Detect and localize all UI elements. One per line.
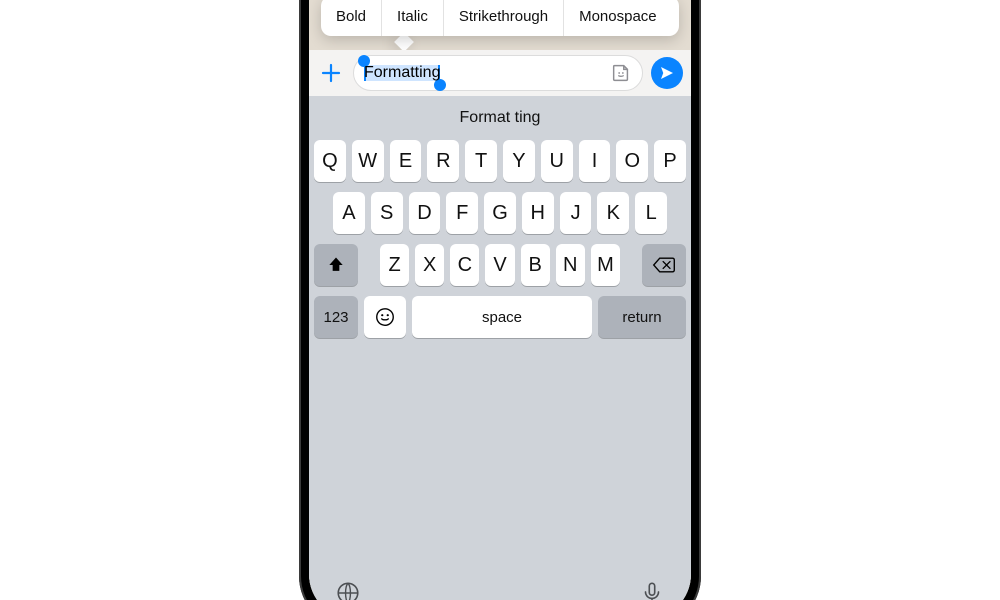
- key-a[interactable]: A: [333, 192, 365, 234]
- format-monospace[interactable]: Monospace: [564, 0, 672, 36]
- globe-icon: [335, 580, 361, 600]
- sticker-button[interactable]: [610, 62, 632, 84]
- keyboard-suggestion[interactable]: Format ting: [309, 96, 691, 140]
- key-q[interactable]: Q: [314, 140, 346, 182]
- key-j[interactable]: J: [560, 192, 592, 234]
- key-r[interactable]: R: [427, 140, 459, 182]
- key-n[interactable]: N: [556, 244, 585, 286]
- attach-button[interactable]: [317, 59, 345, 87]
- key-row-4: 123 space return: [309, 296, 691, 338]
- key-k[interactable]: K: [597, 192, 629, 234]
- plus-icon: [319, 61, 343, 85]
- key-shift[interactable]: [314, 244, 358, 286]
- key-y[interactable]: Y: [503, 140, 535, 182]
- key-l[interactable]: L: [635, 192, 667, 234]
- message-input-text: Formatting: [364, 64, 440, 81]
- key-x[interactable]: X: [415, 244, 444, 286]
- key-row-1: Q W E R T Y U I O P: [309, 140, 691, 182]
- key-backspace[interactable]: [642, 244, 686, 286]
- key-emoji[interactable]: [364, 296, 406, 338]
- mic-icon: [639, 580, 665, 600]
- message-input[interactable]: Formatting: [353, 55, 643, 91]
- message-input-row: Formatting: [309, 50, 691, 96]
- key-m[interactable]: M: [591, 244, 620, 286]
- send-button[interactable]: [651, 57, 683, 89]
- key-p[interactable]: P: [654, 140, 686, 182]
- key-o[interactable]: O: [616, 140, 648, 182]
- emoji-icon: [374, 306, 396, 328]
- key-numbers[interactable]: 123: [314, 296, 358, 338]
- key-d[interactable]: D: [409, 192, 441, 234]
- key-c[interactable]: C: [450, 244, 479, 286]
- key-space[interactable]: space: [412, 296, 592, 338]
- send-icon: [658, 64, 676, 82]
- backspace-icon: [652, 255, 676, 275]
- text-format-menu: Bold Italic Strikethrough Monospace: [321, 0, 679, 36]
- sticker-icon: [610, 62, 632, 84]
- key-w[interactable]: W: [352, 140, 384, 182]
- keyboard: Format ting Q W E R T Y U I O P A S D F …: [309, 96, 691, 600]
- key-b[interactable]: B: [521, 244, 550, 286]
- key-row-2: A S D F G H J K L: [309, 192, 691, 234]
- key-e[interactable]: E: [390, 140, 422, 182]
- keyboard-dictation-button[interactable]: [639, 580, 665, 600]
- key-return[interactable]: return: [598, 296, 686, 338]
- shift-icon: [326, 255, 346, 275]
- key-row-3: Z X C V B N M: [309, 244, 691, 286]
- format-italic[interactable]: Italic: [382, 0, 444, 36]
- key-f[interactable]: F: [446, 192, 478, 234]
- keyboard-globe-button[interactable]: [335, 580, 361, 600]
- key-u[interactable]: U: [541, 140, 573, 182]
- key-z[interactable]: Z: [380, 244, 409, 286]
- format-strikethrough[interactable]: Strikethrough: [444, 0, 564, 36]
- key-t[interactable]: T: [465, 140, 497, 182]
- key-g[interactable]: G: [484, 192, 516, 234]
- key-v[interactable]: V: [485, 244, 514, 286]
- key-i[interactable]: I: [579, 140, 611, 182]
- key-h[interactable]: H: [522, 192, 554, 234]
- format-bold[interactable]: Bold: [321, 0, 382, 36]
- key-s[interactable]: S: [371, 192, 403, 234]
